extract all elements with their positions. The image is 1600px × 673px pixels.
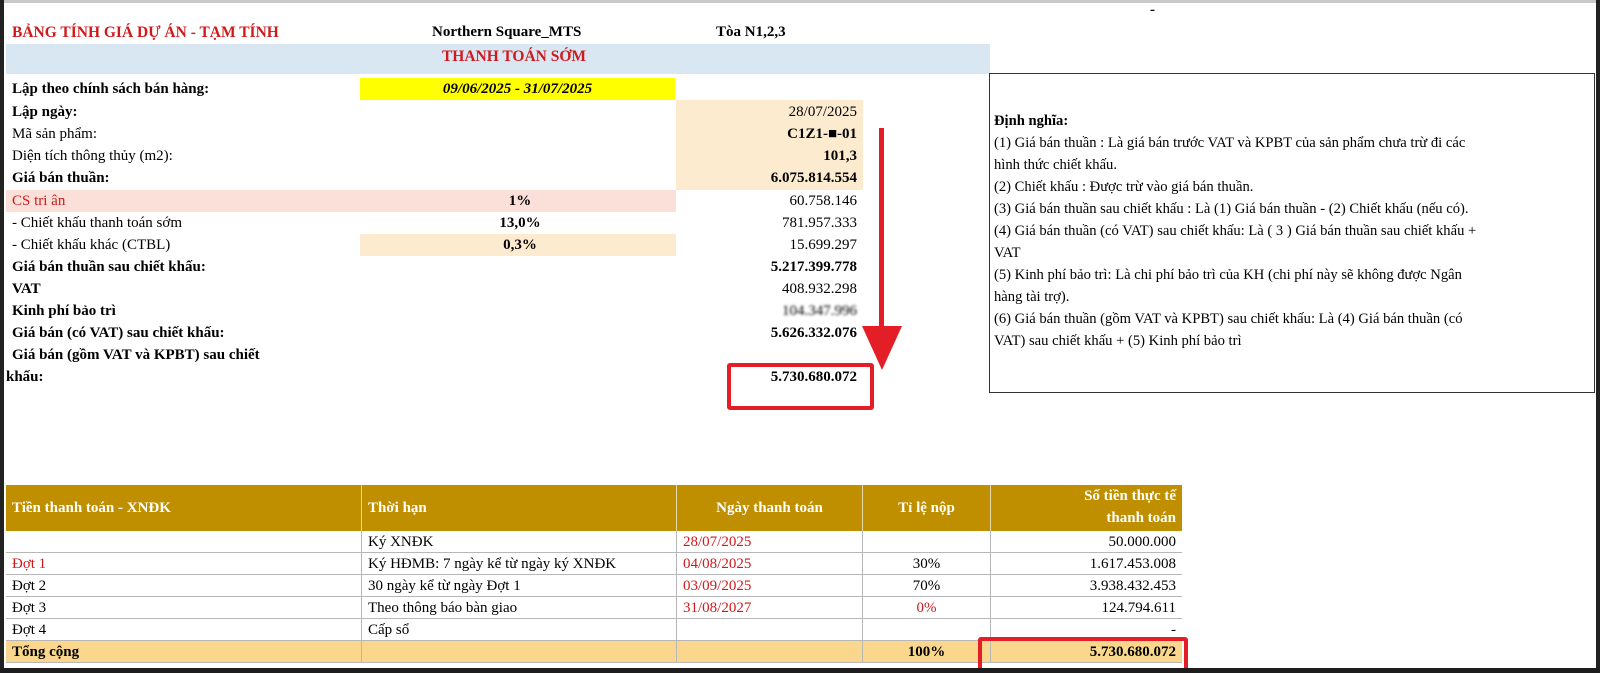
total-date — [676, 641, 862, 663]
window-top-edge — [0, 0, 1600, 3]
col-header-rate: Tỉ lệ nộp — [862, 485, 990, 531]
row-date — [676, 619, 862, 641]
definition-line: hàng tài trợ). — [994, 289, 1070, 305]
col-header-amount-line2: thanh toán — [1106, 510, 1176, 526]
table-row: Ký XNĐK 28/07/2025 50.000.000 — [6, 531, 1182, 553]
with-vat-label: Giá bán (có VAT) sau chiết khấu: — [12, 325, 225, 341]
banner-title: THANH TOÁN SỚM — [441, 48, 587, 65]
row-name — [6, 531, 361, 553]
definitions-title: Định nghĩa: — [994, 113, 1069, 129]
net-price-label: Giá bán thuần: — [12, 170, 110, 186]
date-value: 28/07/2025 — [788, 104, 857, 120]
area-value: 101,3 — [823, 148, 857, 164]
row-rate: 30% — [862, 553, 990, 575]
vat-label: VAT — [12, 281, 41, 297]
other-discount-label: - Chiết khấu khác (CTBL) — [12, 237, 171, 253]
definition-line: (3) Giá bán thuần sau chiết khấu : Là (1… — [994, 201, 1469, 217]
other-discount-rate: 0,3% — [503, 237, 537, 253]
area-label: Diện tích thông thủy (m2): — [12, 148, 173, 164]
cs-value: 60.758.146 — [789, 193, 858, 209]
row-date: 03/09/2025 — [676, 575, 862, 597]
row-term: Ký XNĐK — [361, 531, 676, 553]
cs-rate: 1% — [508, 193, 532, 209]
net-price-value: 6.075.814.554 — [770, 170, 857, 186]
row-name: Đợt 2 — [12, 578, 47, 594]
window-left-edge — [0, 0, 4, 673]
final-price-label-line2: khấu: — [6, 369, 44, 385]
early-discount-value: 781.957.333 — [782, 215, 857, 231]
after-discount-value: 5.217.399.778 — [770, 259, 857, 275]
row-amount: 3.938.432.453 — [990, 575, 1182, 597]
row-term: 30 ngày kể từ ngày Đợt 1 — [361, 575, 676, 597]
col-header-term: Thời hạn — [361, 485, 676, 531]
col-header-amount-line1: Số tiền thực tế — [1084, 488, 1176, 504]
definition-line: hình thức chiết khấu. — [994, 157, 1118, 173]
total-rate: 100% — [862, 641, 990, 663]
early-discount-rate: 13,0% — [499, 215, 541, 231]
date-label: Lập ngày: — [12, 104, 78, 120]
col-header-date: Ngày thanh toán — [676, 485, 862, 531]
row-name: Đợt 1 — [12, 556, 47, 572]
with-vat-value: 5.626.332.076 — [770, 325, 857, 341]
red-arrow-down-icon — [862, 326, 902, 370]
window-right-edge — [1596, 0, 1600, 673]
definition-line: (2) Chiết khấu : Được trừ vào giá bán th… — [994, 179, 1254, 195]
row-rate: 70% — [862, 575, 990, 597]
total-label: Tổng cộng — [12, 644, 80, 660]
col-header-amount: Số tiền thực tế thanh toán — [990, 485, 1182, 531]
row-amount: 124.794.611 — [990, 597, 1182, 619]
cs-label: CS tri ân — [12, 193, 66, 209]
final-price-label-line1: Giá bán (gồm VAT và KPBT) sau chiết — [12, 347, 260, 363]
product-value: C1Z1-■-01 — [787, 126, 857, 142]
row-amount: 1.617.453.008 — [990, 553, 1182, 575]
dash-mark: - — [1150, 2, 1155, 18]
after-discount-label: Giá bán thuần sau chiết khấu: — [12, 259, 206, 275]
final-price-highlight-box — [727, 363, 874, 410]
row-date: 28/07/2025 — [676, 531, 862, 553]
row-term: Cấp sổ — [361, 619, 676, 641]
window-bottom-edge — [0, 668, 1600, 673]
row-rate: 0% — [862, 597, 990, 619]
col-header-payment: Tiền thanh toán - XNĐK — [12, 500, 171, 516]
project-name: Northern Square_MTS — [432, 24, 582, 40]
early-discount-label: - Chiết khấu thanh toán sớm — [12, 215, 182, 231]
row-rate — [862, 619, 990, 641]
policy-label: Lập theo chính sách bán hàng: — [12, 81, 210, 97]
definition-line: (1) Giá bán thuần : Là giá bán trước VAT… — [994, 135, 1466, 151]
row-term: Ký HĐMB: 7 ngày kể từ ngày ký XNĐK — [361, 553, 676, 575]
building-name: Tòa N1,2,3 — [716, 24, 786, 40]
table-row: Đợt 1 Ký HĐMB: 7 ngày kể từ ngày ký XNĐK… — [6, 553, 1182, 575]
other-discount-value: 15.699.297 — [789, 237, 858, 253]
maintenance-label: Kinh phí bảo trì — [12, 303, 116, 319]
row-name: Đợt 3 — [12, 600, 47, 616]
row-amount: 50.000.000 — [990, 531, 1182, 553]
row-date: 04/08/2025 — [676, 553, 862, 575]
row-rate — [862, 531, 990, 553]
definition-line: VAT) sau chiết khấu + (5) Kinh phí bảo t… — [994, 333, 1242, 349]
row-date: 31/08/2027 — [676, 597, 862, 619]
row-name: Đợt 4 — [12, 622, 47, 638]
sheet-title: BẢNG TÍNH GIÁ DỰ ÁN - TẠM TÍNH — [12, 24, 279, 41]
definitions-box: Định nghĩa: (1) Giá bán thuần : Là giá b… — [989, 73, 1595, 393]
definition-line: (4) Giá bán thuần (có VAT) sau chiết khấ… — [994, 223, 1477, 239]
vat-value: 408.932.298 — [782, 281, 857, 297]
total-term — [361, 641, 676, 663]
table-row: Đợt 3 Theo thông báo bàn giao 31/08/2027… — [6, 597, 1182, 619]
row-term: Theo thông báo bàn giao — [361, 597, 676, 619]
definition-line: (5) Kinh phí bảo trì: Là chi phí bảo trì… — [994, 267, 1462, 283]
table-row: Đợt 2 30 ngày kể từ ngày Đợt 1 03/09/202… — [6, 575, 1182, 597]
definition-line: VAT — [994, 245, 1021, 261]
policy-value: 09/06/2025 - 31/07/2025 — [360, 78, 675, 100]
red-arrow-shaft — [879, 128, 884, 328]
product-label: Mã sản phẩm: — [12, 126, 97, 142]
definition-line: (6) Giá bán thuần (gồm VAT và KPBT) sau … — [994, 311, 1463, 327]
maintenance-value: 104.347.996 — [782, 303, 857, 319]
